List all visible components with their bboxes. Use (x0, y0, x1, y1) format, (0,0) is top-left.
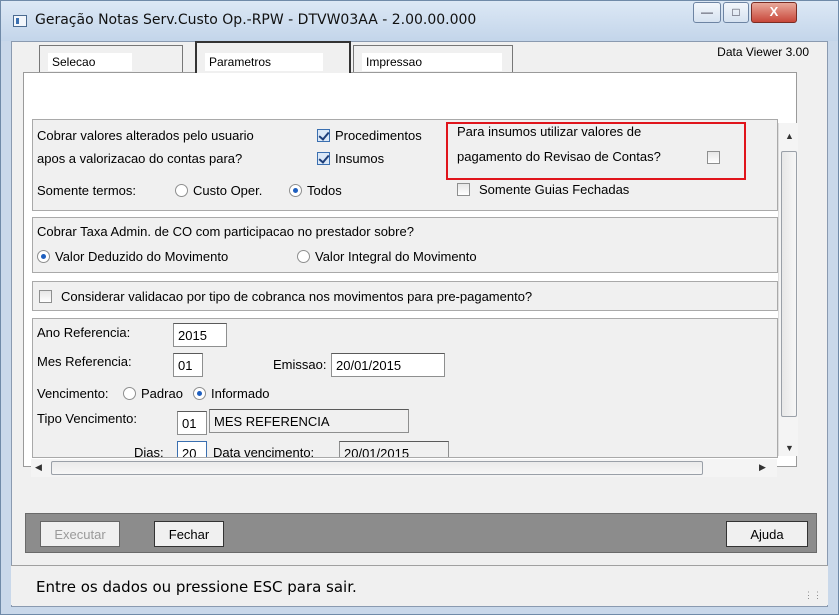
highlight-box (446, 122, 746, 180)
valor-integral-radio[interactable] (297, 250, 310, 263)
tab-impressao[interactable]: Impressao (353, 45, 513, 73)
viewer-version: Data Viewer 3.00 (717, 45, 809, 59)
horizontal-scrollbar[interactable]: ◀ ▶ (31, 459, 777, 477)
emissao-label: Emissao: (273, 357, 327, 372)
padrao-radio[interactable] (123, 387, 136, 400)
group-validacao: Considerar validacao por tipo de cobranc… (32, 281, 778, 311)
mes-referencia-input[interactable]: 01 (173, 353, 203, 377)
tab-parametros[interactable]: Parametros (195, 41, 351, 73)
resize-grip-icon[interactable]: ⋮⋮ (804, 590, 822, 601)
question-line1: Cobrar valores alterados pelo usuario (37, 128, 254, 143)
guias-fechadas-checkbox[interactable] (457, 183, 470, 196)
title-bar[interactable]: Geração Notas Serv.Custo Op.-RPW - DTVW0… (1, 1, 838, 41)
tipo-vencimento-label: Tipo Vencimento: (37, 411, 137, 426)
vertical-scroll-thumb[interactable] (781, 151, 797, 417)
taxa-admin-question: Cobrar Taxa Admin. de CO com participaca… (37, 224, 414, 239)
app-icon (13, 15, 27, 27)
question-line2: apos a valorizacao do contas para? (37, 151, 243, 166)
fechar-button[interactable]: Fechar (154, 521, 224, 547)
ano-referencia-input[interactable]: 2015 (173, 323, 227, 347)
tab-label: Parametros (205, 53, 323, 71)
window-title: Geração Notas Serv.Custo Op.-RPW - DTVW0… (35, 12, 477, 28)
tab-label: Selecao (48, 53, 132, 71)
dias-input[interactable]: 20 (177, 441, 207, 457)
button-bar: Executar Fechar Ajuda (25, 513, 817, 553)
close-icon: X (769, 4, 779, 19)
somente-termos-label: Somente termos: (37, 183, 136, 198)
scroll-up-icon[interactable]: ▲ (785, 131, 794, 141)
padrao-label: Padrao (141, 386, 183, 401)
validacao-label: Considerar validacao por tipo de cobranc… (61, 289, 533, 304)
mes-referencia-label: Mes Referencia: (37, 354, 132, 369)
group-referencia: Ano Referencia: 2015 Mes Referencia: 01 … (32, 318, 778, 458)
todos-label: Todos (307, 183, 342, 198)
maximize-button[interactable]: □ (723, 2, 749, 23)
valor-deduzido-radio[interactable] (37, 250, 50, 263)
procedimentos-label: Procedimentos (335, 128, 422, 143)
status-text: Entre os dados ou pressione ESC para sai… (36, 578, 357, 596)
validacao-checkbox[interactable] (39, 290, 52, 303)
informado-label: Informado (211, 386, 270, 401)
valor-integral-label: Valor Integral do Movimento (315, 249, 477, 264)
dias-label: Dias: (134, 445, 164, 458)
horizontal-scroll-thumb[interactable] (51, 461, 703, 475)
tab-label: Impressao (362, 53, 502, 71)
scroll-right-icon[interactable]: ▶ (759, 462, 766, 473)
data-vencimento-label: Data vencimento: (213, 445, 315, 458)
close-button[interactable]: X (751, 2, 797, 23)
procedimentos-checkbox[interactable] (317, 129, 330, 142)
ajuda-button[interactable]: Ajuda (726, 521, 808, 547)
custo-oper-label: Custo Oper. (193, 183, 263, 198)
scroll-left-icon[interactable]: ◀ (35, 462, 42, 473)
insumos-checkbox[interactable] (317, 152, 330, 165)
vencimento-label: Vencimento: (37, 386, 109, 401)
tipo-vencimento-code-input[interactable]: 01 (177, 411, 207, 435)
custo-oper-radio[interactable] (175, 184, 188, 197)
app-window: Geração Notas Serv.Custo Op.-RPW - DTVW0… (0, 0, 839, 615)
valor-deduzido-label: Valor Deduzido do Movimento (55, 249, 229, 264)
scroll-down-icon[interactable]: ▼ (785, 443, 794, 453)
tab-selecao[interactable]: Selecao (39, 45, 183, 73)
status-bar: Entre os dados ou pressione ESC para sai… (11, 565, 828, 605)
todos-radio[interactable] (289, 184, 302, 197)
insumos-label: Insumos (335, 151, 385, 166)
executar-button[interactable]: Executar (40, 521, 120, 547)
group-taxa-admin: Cobrar Taxa Admin. de CO com participaca… (32, 217, 778, 273)
emissao-input[interactable]: 20/01/2015 (331, 353, 445, 377)
informado-radio[interactable] (193, 387, 206, 400)
vertical-scrollbar[interactable]: ▲ ▼ (778, 123, 798, 456)
tipo-vencimento-desc: MES REFERENCIA (209, 409, 409, 433)
minimize-button[interactable]: — (693, 2, 721, 23)
maximize-icon: □ (732, 5, 740, 19)
ano-referencia-label: Ano Referencia: (37, 325, 131, 340)
guias-fechadas-label: Somente Guias Fechadas (479, 182, 630, 197)
parameters-panel: Cobrar valores alterados pelo usuario ap… (23, 72, 798, 467)
data-vencimento-field: 20/01/2015 (339, 441, 449, 457)
minimize-icon: — (701, 5, 713, 19)
